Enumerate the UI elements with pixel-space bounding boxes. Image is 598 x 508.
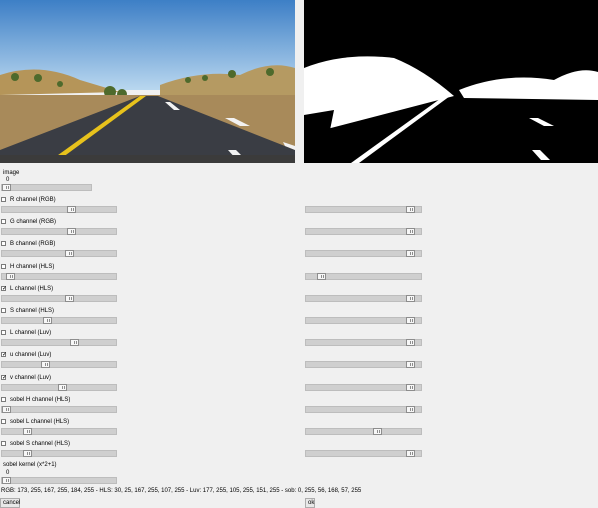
channel-checkbox[interactable] [1, 419, 6, 424]
image-value: 0 [6, 177, 10, 183]
channel-checkbox[interactable] [1, 197, 6, 202]
channel-min-slider-thumb[interactable] [65, 250, 74, 257]
channel-label: R channel (RGB) [10, 197, 56, 203]
channel-checkbox[interactable]: ✓ [1, 352, 7, 358]
channel-max-slider-thumb[interactable] [406, 250, 415, 257]
channel-min-slider-thumb[interactable] [65, 295, 74, 302]
threshold-values-status: RGB: 173, 255, 167, 255, 184, 255 - HLS:… [1, 488, 362, 494]
channel-label: v channel (Luv) [10, 375, 52, 381]
image-slider-thumb[interactable] [2, 184, 11, 191]
channel-checkbox[interactable] [1, 241, 6, 246]
channel-min-slider[interactable] [1, 406, 117, 413]
channel-min-slider-thumb[interactable] [23, 450, 32, 457]
channel-max-slider-thumb[interactable] [406, 295, 415, 302]
channel-max-slider[interactable] [305, 273, 422, 280]
sobel-kernel-label: sobel kernel (x*2+1) [3, 462, 57, 468]
channel-label: L channel (HLS) [10, 286, 54, 292]
channel-max-slider-thumb[interactable] [406, 339, 415, 346]
channel-max-slider[interactable] [305, 206, 422, 213]
channel-label: H channel (HLS) [10, 264, 55, 270]
sobel-kernel-slider-thumb[interactable] [2, 477, 11, 484]
channel-label: S channel (HLS) [10, 308, 55, 314]
channel-max-slider-thumb[interactable] [406, 361, 415, 368]
channel-max-slider[interactable] [305, 250, 422, 257]
channel-min-slider-thumb[interactable] [23, 428, 32, 435]
channel-min-slider[interactable] [1, 361, 117, 368]
channel-max-slider-thumb[interactable] [406, 384, 415, 391]
channel-min-slider[interactable] [1, 384, 117, 391]
channel-max-slider[interactable] [305, 339, 422, 346]
channel-checkbox[interactable] [1, 219, 6, 224]
threshold-road-image [304, 0, 598, 163]
channel-min-slider[interactable] [1, 295, 117, 302]
channel-max-slider-thumb[interactable] [406, 450, 415, 457]
channel-max-slider-thumb[interactable] [406, 406, 415, 413]
source-road-image [0, 0, 295, 163]
channel-max-slider[interactable] [305, 295, 422, 302]
channel-max-slider-thumb[interactable] [406, 206, 415, 213]
channel-min-slider[interactable] [1, 250, 117, 257]
channel-min-slider-thumb[interactable] [43, 317, 52, 324]
image-slider[interactable] [1, 184, 92, 191]
channel-max-slider[interactable] [305, 228, 422, 235]
channel-min-slider-thumb[interactable] [41, 361, 50, 368]
channel-label: sobel H channel (HLS) [10, 397, 71, 403]
channel-checkbox[interactable] [1, 308, 6, 313]
source-image-panel [0, 0, 295, 163]
channel-max-slider-thumb[interactable] [406, 317, 415, 324]
channel-max-slider[interactable] [305, 317, 422, 324]
channel-min-slider-thumb[interactable] [67, 206, 76, 213]
channel-max-slider[interactable] [305, 361, 422, 368]
channel-max-slider[interactable] [305, 450, 422, 457]
channel-min-slider[interactable] [1, 339, 117, 346]
channel-checkbox[interactable] [1, 264, 6, 269]
channel-min-slider[interactable] [1, 428, 117, 435]
threshold-image-panel [304, 0, 598, 163]
channel-min-slider-thumb[interactable] [70, 339, 79, 346]
channel-min-slider-thumb[interactable] [6, 273, 15, 280]
channel-label: sobel L channel (HLS) [10, 419, 70, 425]
channel-max-slider-thumb[interactable] [373, 428, 382, 435]
channel-min-slider[interactable] [1, 450, 117, 457]
channel-checkbox[interactable] [1, 441, 6, 446]
channel-checkbox[interactable] [1, 397, 6, 402]
sobel-kernel-value: 0 [6, 470, 10, 476]
channel-label: u channel (Luv) [10, 352, 52, 358]
channel-min-slider[interactable] [1, 317, 117, 324]
channel-min-slider[interactable] [1, 228, 117, 235]
cancel-button[interactable]: cancel [0, 498, 20, 508]
channel-label: B channel (RGB) [10, 241, 56, 247]
channel-min-slider-thumb[interactable] [2, 406, 11, 413]
channel-label: sobel S channel (HLS) [10, 441, 71, 447]
channel-min-slider-thumb[interactable] [67, 228, 76, 235]
channel-max-slider-thumb[interactable] [317, 273, 326, 280]
channel-max-slider[interactable] [305, 406, 422, 413]
channel-max-slider[interactable] [305, 384, 422, 391]
channel-checkbox[interactable] [1, 330, 6, 335]
sobel-kernel-slider[interactable] [1, 477, 117, 484]
channel-max-slider[interactable] [305, 428, 422, 435]
channel-checkbox[interactable]: ✓ [1, 286, 7, 292]
channel-min-slider[interactable] [1, 273, 117, 280]
channel-checkbox[interactable]: ✓ [1, 375, 7, 381]
channel-label: G channel (RGB) [10, 219, 57, 225]
channel-min-slider[interactable] [1, 206, 117, 213]
ok-button[interactable]: ok [305, 498, 315, 508]
channel-label: L channel (Luv) [10, 330, 52, 336]
channel-max-slider-thumb[interactable] [406, 228, 415, 235]
channel-min-slider-thumb[interactable] [58, 384, 67, 391]
